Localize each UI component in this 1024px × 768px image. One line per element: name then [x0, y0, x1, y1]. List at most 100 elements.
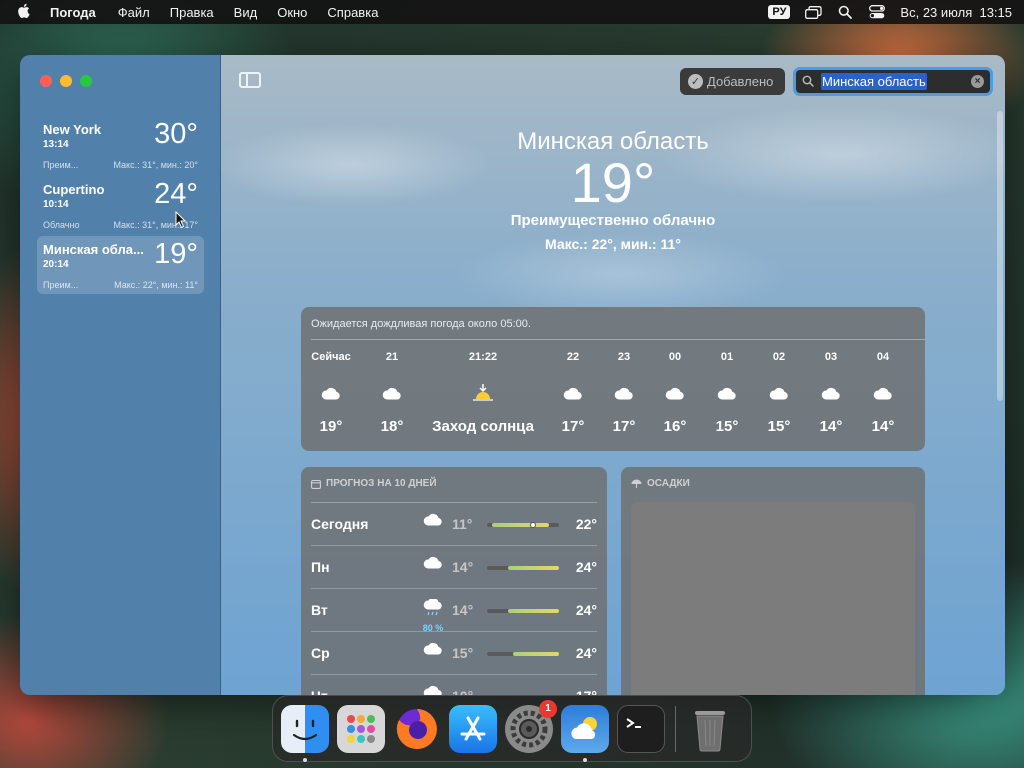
- current-temperature: 19°: [570, 151, 656, 214]
- location-hilo: Макс.: 31°, мин.: 20°: [113, 160, 198, 170]
- hour-temperature: Заход солнца: [432, 418, 534, 435]
- location-temp: 30°: [154, 118, 198, 150]
- location-temp: 19°: [154, 238, 198, 270]
- cloud-rain-icon: [423, 597, 443, 622]
- current-temp-marker: [530, 522, 537, 528]
- system-settings-icon[interactable]: 1: [505, 699, 557, 753]
- temperature-range-fill: [507, 566, 559, 570]
- temperature-range-bar: [487, 609, 559, 613]
- location-item-new-york[interactable]: New York 13:14 30° Преим... Макс.: 31°, …: [37, 116, 204, 174]
- finder-icon[interactable]: [281, 704, 329, 762]
- checkmark-icon: ✓: [688, 74, 703, 89]
- minimize-window-button[interactable]: [60, 75, 72, 87]
- hourly-item: 02 15°: [754, 351, 804, 435]
- menu-bar: Погода Файл Правка Вид Окно Справка РУ В…: [0, 0, 1024, 24]
- window-controls: [40, 75, 92, 87]
- precipitation-header: ОСАДКИ: [631, 478, 690, 489]
- cloud-icon: [599, 382, 649, 404]
- hour-temperature: 17°: [612, 418, 636, 435]
- hour-label: 04: [876, 351, 890, 363]
- location-condition: Преим...: [43, 160, 79, 170]
- hour-label: 23: [617, 351, 631, 363]
- hour-temperature: 15°: [715, 418, 739, 435]
- hour-label: 21: [385, 351, 399, 363]
- zoom-window-button[interactable]: [80, 75, 92, 87]
- hour-label: 00: [668, 351, 682, 363]
- weather-main-panel: ✓ Добавлено Минская область × Минская об…: [221, 55, 1005, 695]
- locations-sidebar: New York 13:14 30° Преим... Макс.: 31°, …: [20, 55, 221, 695]
- hourly-forecast-card[interactable]: Ожидается дождливая погода около 05:00. …: [301, 307, 925, 451]
- cloud-icon: [423, 642, 443, 660]
- menu-bar-clock[interactable]: Вс, 23 июля 13:15: [900, 5, 1012, 20]
- input-language-indicator[interactable]: РУ: [768, 5, 791, 19]
- hour-label: 01: [720, 351, 734, 363]
- forecast-day-icon: [421, 556, 445, 574]
- trash-icon[interactable]: [686, 705, 734, 753]
- forecast-day-name: Ср: [311, 645, 330, 661]
- hourly-item: 23 17°: [599, 351, 649, 435]
- added-button[interactable]: ✓ Добавлено: [680, 68, 785, 95]
- screen-mirroring-icon[interactable]: [804, 5, 822, 19]
- hourly-item: 01 15°: [702, 351, 752, 435]
- temperature-range-fill: [512, 652, 559, 656]
- running-indicator: [303, 757, 307, 762]
- cloud-icon: [548, 382, 598, 404]
- control-center-icon[interactable]: [868, 5, 886, 19]
- cloud-icon: [423, 513, 443, 531]
- forecast-day-row[interactable]: Пн 14° 24°: [311, 546, 597, 589]
- menu-help[interactable]: Справка: [327, 5, 378, 20]
- close-window-button[interactable]: [40, 75, 52, 87]
- forecast-day-name: Вт: [311, 602, 328, 618]
- hour-temperature: 18°: [380, 418, 404, 435]
- notification-badge: 1: [539, 699, 557, 718]
- location-search-field[interactable]: Минская область ×: [793, 67, 993, 96]
- temperature-range-bar: [487, 522, 559, 528]
- hour-temperature: 19°: [319, 418, 343, 435]
- hour-temperature: 17°: [561, 418, 585, 435]
- launchpad-icon[interactable]: [337, 704, 385, 753]
- apple-menu-icon[interactable]: [12, 3, 34, 22]
- mouse-cursor-icon: [175, 211, 187, 229]
- menu-view[interactable]: Вид: [234, 5, 258, 20]
- forecast-day-row[interactable]: Чт 10° 17°: [311, 675, 597, 695]
- cloud-icon: [423, 556, 443, 574]
- forecast-high: 22°: [575, 516, 597, 532]
- current-condition: Преимущественно облачно: [510, 212, 716, 229]
- precipitation-map[interactable]: [631, 502, 915, 695]
- location-city: Минская обла...: [43, 242, 144, 257]
- sidebar-toggle-icon[interactable]: [239, 72, 261, 88]
- forecast-day-row[interactable]: Сегодня 11° 22°: [311, 503, 597, 546]
- forecast-day-row[interactable]: Ср 15° 24°: [311, 632, 597, 675]
- hourly-item: Сейчас 19°: [306, 351, 356, 435]
- hourly-item: 21:22 Заход солнца: [428, 351, 538, 435]
- firefox-icon[interactable]: [393, 705, 441, 753]
- menu-file[interactable]: Файл: [118, 5, 150, 20]
- added-button-label: Добавлено: [707, 74, 774, 89]
- weather-app-icon[interactable]: [561, 704, 609, 762]
- clear-search-icon[interactable]: ×: [971, 75, 984, 88]
- spotlight-search-icon[interactable]: [836, 5, 854, 19]
- app-store-icon[interactable]: [449, 704, 497, 753]
- ten-day-forecast-card[interactable]: ПРОГНОЗ НА 10 ДНЕЙ Сегодня 11° 22° Пн 14° 24°…: [301, 467, 607, 695]
- menu-app-name[interactable]: Погода: [50, 5, 96, 20]
- location-item-minsk-region[interactable]: Минская обла... 20:14 19° Преим... Макс.…: [37, 236, 204, 294]
- search-input[interactable]: Минская область: [821, 73, 927, 90]
- terminal-icon[interactable]: [617, 704, 665, 753]
- location-time: 13:14: [43, 139, 69, 150]
- precipitation-card[interactable]: ОСАДКИ: [621, 467, 925, 695]
- ten-day-header: ПРОГНОЗ НА 10 ДНЕЙ: [311, 478, 437, 489]
- search-icon: [802, 75, 816, 89]
- cloud-icon: [858, 382, 908, 404]
- dock-separator: [675, 705, 676, 752]
- temperature-range-fill: [507, 609, 559, 613]
- weather-window: New York 13:14 30° Преим... Макс.: 31°, …: [20, 55, 1005, 695]
- hour-label: Сейчас: [311, 351, 351, 363]
- forecast-day-name: Пн: [311, 559, 330, 575]
- hour-temperature: 14°: [871, 418, 895, 435]
- menu-edit[interactable]: Правка: [170, 5, 214, 20]
- location-condition: Облачно: [43, 220, 80, 230]
- forecast-low: 10°: [452, 688, 473, 695]
- menu-window[interactable]: Окно: [277, 5, 307, 20]
- main-scrollbar[interactable]: [997, 111, 1003, 401]
- forecast-day-row[interactable]: Вт 80 % 14° 24°: [311, 589, 597, 633]
